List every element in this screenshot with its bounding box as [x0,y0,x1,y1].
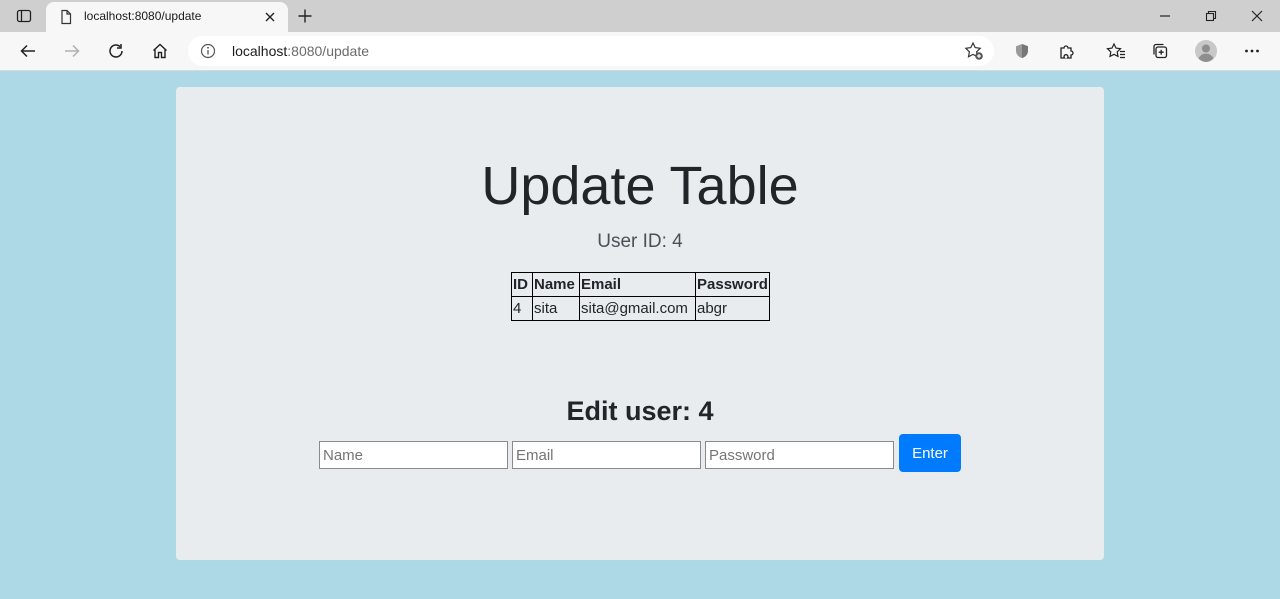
password-input[interactable] [705,441,894,469]
window-close-icon[interactable] [1234,0,1280,32]
close-tab-icon[interactable] [260,7,280,27]
column-header-password: Password [695,272,770,297]
main-panel: Update Table User ID: 4 ID Name Email Pa… [176,87,1104,560]
extensions-puzzle-icon[interactable] [1051,36,1083,66]
new-tab-icon[interactable] [292,4,318,28]
name-input[interactable] [319,441,508,469]
add-favorite-star-icon[interactable] [962,40,986,62]
shield-icon[interactable] [1006,36,1038,66]
document-icon [58,9,74,25]
tab-title: localhost:8080/update [84,9,202,23]
address-bar[interactable]: localhost:8080/update [188,36,994,66]
tab-actions-icon[interactable] [8,4,40,28]
email-input[interactable] [512,441,701,469]
enter-button[interactable]: Enter [899,434,961,472]
user-id-subtitle: User ID: 4 [597,231,683,252]
cell-password: abgr [695,296,770,321]
info-icon[interactable] [200,43,216,59]
tab-strip: localhost:8080/update [0,0,1280,32]
url-text[interactable]: localhost:8080/update [232,43,369,59]
favorites-icon[interactable] [1100,36,1132,66]
browser-tab[interactable]: localhost:8080/update [46,2,288,32]
page-title: Update Table [481,156,799,216]
table-header-row: ID Name Email Password [511,272,770,297]
cell-id: 4 [511,296,533,321]
back-arrow-icon[interactable] [12,36,44,66]
collections-icon[interactable] [1144,36,1176,66]
browser-toolbar: localhost:8080/update [0,32,1280,71]
column-header-name: Name [532,272,580,297]
minimize-icon[interactable] [1142,0,1188,32]
forward-arrow-icon[interactable] [56,36,88,66]
table-row: 4 sita sita@gmail.com abgr [511,296,770,321]
profile-avatar-icon[interactable] [1190,36,1222,66]
cell-name: sita [532,296,580,321]
column-header-email: Email [579,272,696,297]
edit-user-heading: Edit user: 4 [566,396,714,426]
refresh-icon[interactable] [100,36,132,66]
url-host: localhost [232,43,288,59]
restore-icon[interactable] [1188,0,1234,32]
home-icon[interactable] [144,36,176,66]
user-table: ID Name Email Password 4 sita sita@gmail… [511,272,770,321]
url-path: :8080/update [287,43,370,59]
column-header-id: ID [511,272,533,297]
more-menu-icon[interactable] [1236,36,1268,66]
cell-email: sita@gmail.com [579,296,696,321]
